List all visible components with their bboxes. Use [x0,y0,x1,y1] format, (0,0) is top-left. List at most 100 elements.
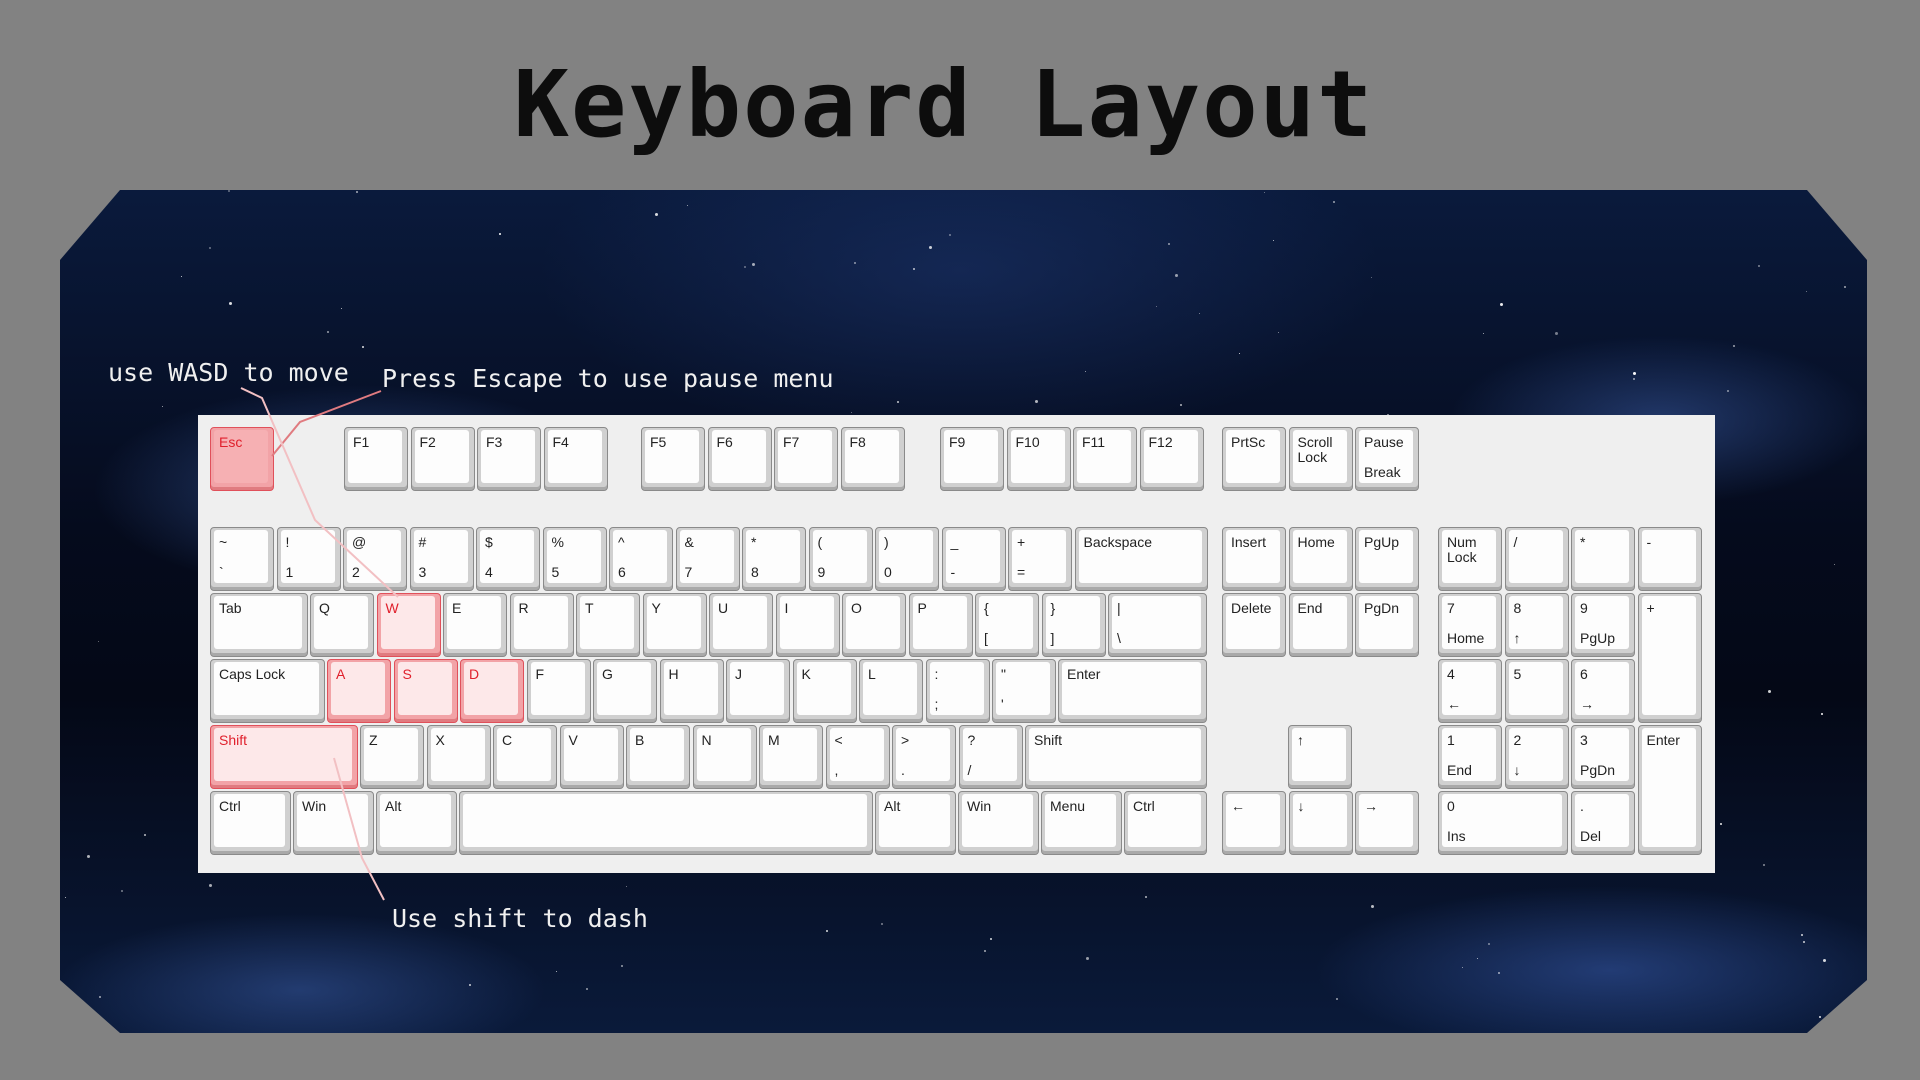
key-1: ! 1 [276,527,341,591]
key-1: 1 End [1438,725,1502,789]
key-label: Num Lock [1447,534,1477,565]
key-sublabel: Ins [1447,828,1466,844]
key-f3: F3 [477,427,541,491]
key-label: Y [651,600,661,616]
key-f: F [526,659,591,723]
key-label: N [701,732,712,748]
key-f9: F9 [940,427,1004,491]
star [585,988,588,991]
key-caps-lock: Caps Lock [210,659,325,723]
star [227,190,230,193]
star [854,262,857,265]
star [1264,192,1266,194]
key-label: C [502,732,513,748]
key-q: Q [310,593,374,657]
key-p: P [908,593,973,657]
star [1821,713,1824,715]
key-label: F6 [716,434,733,450]
key-label: + [1646,600,1655,616]
key-label: Ctrl [219,798,241,814]
key-sublabel: ↑ [1513,630,1521,646]
key-sublabel: \ [1117,630,1121,646]
key-f7: F7 [774,427,838,491]
key-h: H [659,659,724,723]
key-space: >. [892,725,956,789]
key-label: ^ [618,534,625,550]
star [929,245,933,249]
key-x: X [426,725,491,789]
star [1834,564,1836,566]
star [97,641,99,643]
key-sublabel: 7 [684,564,693,580]
star [1198,312,1200,314]
key-2: 2 ↓ [1504,725,1569,789]
key-label: Z [369,732,378,748]
key-sublabel: 6 [618,564,626,580]
key-8: 8 ↑ [1504,593,1569,657]
key-space: + [1637,593,1702,723]
star [1818,1016,1821,1019]
key-sublabel: ← [1447,696,1461,712]
key-label: Alt [385,798,402,814]
star [655,213,659,217]
star [1084,370,1086,372]
key-space: ↓ [1288,791,1353,855]
key-f10: F10 [1006,427,1071,491]
key-sublabel: ; [934,696,939,712]
key-label: R [518,600,529,616]
key-label: F2 [419,434,436,450]
key-label: Home [1297,534,1335,550]
star [1822,194,1826,198]
key-pause: Pause Break [1355,427,1419,491]
key-f8: F8 [840,427,905,491]
star [1632,377,1635,380]
key-sublabel: [ [984,630,988,646]
key-label: 2 [1513,732,1522,748]
key-label: End [1297,600,1323,616]
key-label: H [668,666,679,682]
key-delete: Delete [1222,593,1286,657]
key-label: Q [319,600,330,616]
key-sublabel: PgUp [1580,630,1616,646]
key-label: L [868,666,876,682]
star [1497,971,1500,974]
key-label: ↑ [1297,732,1304,748]
key-label: F11 [1082,434,1106,450]
shift-annotation: Use shift to dash [392,904,648,933]
key-l: L [859,659,923,723]
key-f1: F1 [344,427,408,491]
star [881,922,884,925]
key-space: - [1637,527,1702,591]
star [1278,331,1280,333]
star [896,401,899,404]
key-label: Shift [1034,732,1063,748]
key-sublabel: ↓ [1513,762,1521,778]
key-label: F7 [783,434,800,450]
key-w: W [376,593,441,657]
key-label: > [901,732,910,748]
key-c: C [493,725,557,789]
key-f2: F2 [410,427,475,491]
key-label: K [801,666,811,682]
key-label: Pause [1364,434,1404,450]
key-t: T [576,593,640,657]
key-a: A [327,659,391,723]
key-space: | \ [1108,593,1207,657]
key-num-lock: Num Lock [1438,527,1502,591]
key-label: { [984,600,989,616]
star [1462,966,1464,968]
key-label: E [452,600,462,616]
key-0: ) 0 [875,527,939,591]
key-label: ~ [219,534,228,550]
key-label: T [585,600,594,616]
key-label: F [535,666,545,682]
key-end: End [1288,593,1353,657]
key-label: Win [967,798,992,814]
key-label: - [1646,534,1652,550]
page-title: Keyboard Layout [513,51,1375,158]
key-scroll-lock: Scroll Lock [1288,427,1353,491]
key-7: & 7 [675,527,740,591]
key-label: Shift [219,732,248,748]
star [1487,942,1490,945]
key-label: W [385,600,399,616]
